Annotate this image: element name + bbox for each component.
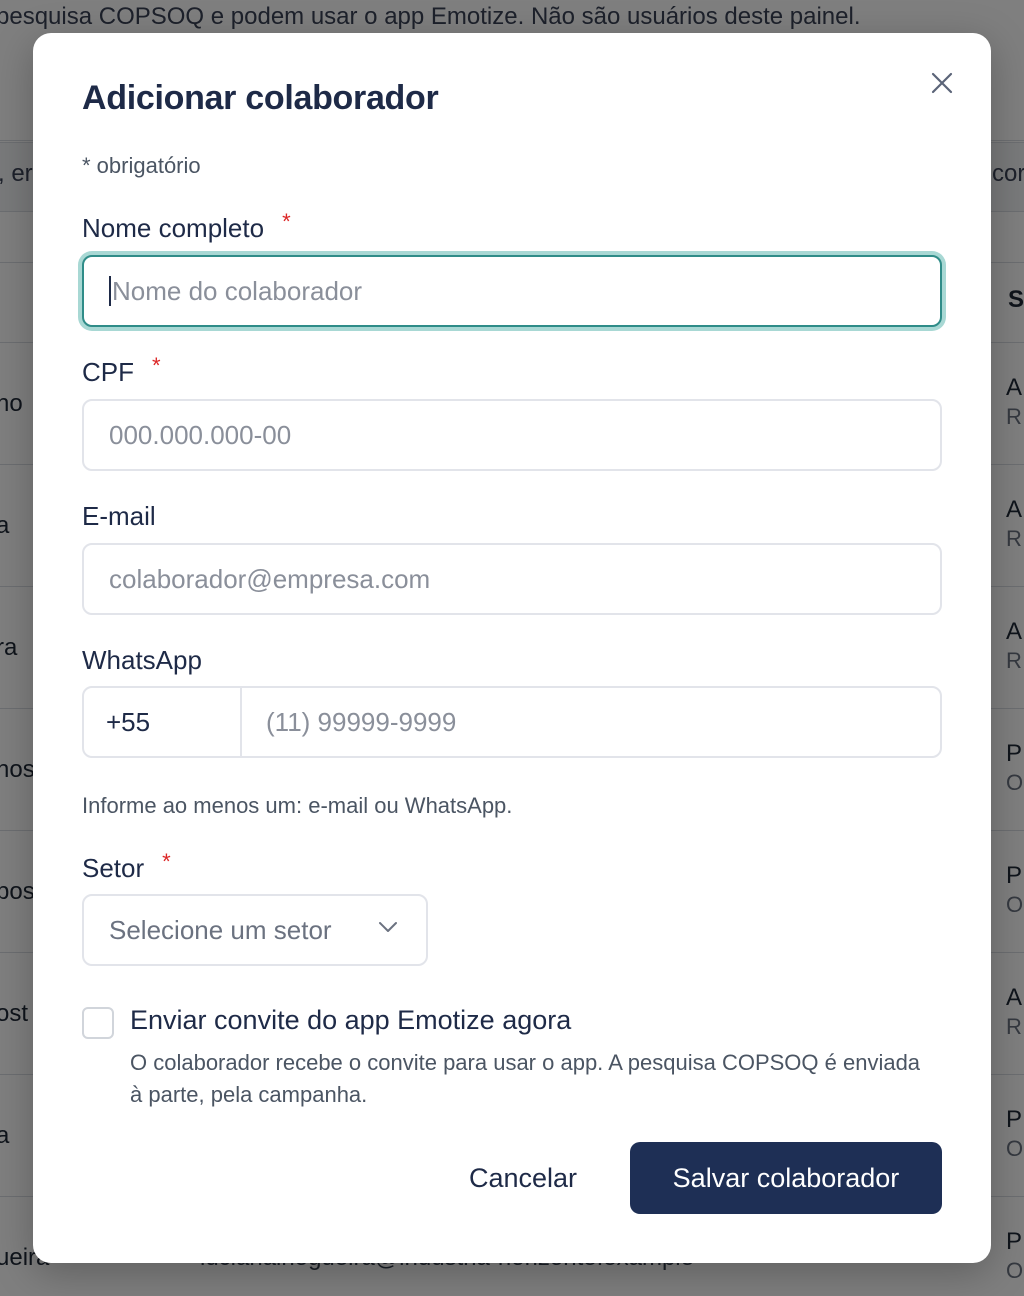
country-code-prefix[interactable]: +55 xyxy=(84,688,242,756)
text-caret xyxy=(109,276,111,306)
whatsapp-input-group: +55 (11) 99999-9999 xyxy=(82,686,942,758)
save-collaborator-button[interactable]: Salvar colaborador xyxy=(630,1142,942,1214)
chevron-down-icon xyxy=(379,922,397,932)
close-button[interactable] xyxy=(926,67,958,99)
sector-select[interactable]: Selecione um setor xyxy=(82,894,428,966)
sector-field-label: Setor * xyxy=(82,849,171,884)
name-input-placeholder: Nome do colaborador xyxy=(112,275,363,306)
name-input[interactable]: Nome do colaborador xyxy=(82,255,942,327)
close-icon xyxy=(931,72,953,94)
required-asterisk: * xyxy=(152,353,161,378)
required-asterisk: * xyxy=(282,209,291,234)
send-invite-checkbox[interactable] xyxy=(82,1007,114,1039)
email-field-label: E-mail xyxy=(82,501,156,532)
cpf-input-placeholder: 000.000.000-00 xyxy=(109,419,292,450)
dialog-title: Adicionar colaborador xyxy=(82,79,439,117)
required-asterisk: * xyxy=(162,849,171,874)
required-note: * obrigatório xyxy=(82,153,201,178)
send-invite-label[interactable]: Enviar convite do app Emotize agora xyxy=(130,1005,571,1036)
cpf-field-label: CPF * xyxy=(82,353,161,388)
cpf-label-text: CPF xyxy=(82,357,134,387)
whatsapp-label-text: WhatsApp xyxy=(82,645,202,675)
name-field-label: Nome completo * xyxy=(82,209,291,244)
email-input-placeholder: colaborador@empresa.com xyxy=(109,563,431,594)
cpf-input[interactable]: 000.000.000-00 xyxy=(82,399,942,471)
whatsapp-input[interactable]: (11) 99999-9999 xyxy=(242,688,940,756)
add-collaborator-dialog: Adicionar colaborador * obrigatório Nome… xyxy=(33,33,991,1263)
name-label-text: Nome completo xyxy=(82,213,265,243)
sector-select-placeholder: Selecione um setor xyxy=(109,914,332,945)
contact-hint: Informe ao menos um: e-mail ou WhatsApp. xyxy=(82,793,513,818)
whatsapp-input-placeholder: (11) 99999-9999 xyxy=(266,706,457,737)
whatsapp-field-label: WhatsApp xyxy=(82,645,202,676)
sector-label-text: Setor xyxy=(82,853,145,883)
send-invite-description: O colaborador recebe o convite para usar… xyxy=(130,1050,921,1107)
cancel-button[interactable]: Cancelar xyxy=(443,1142,603,1214)
email-label-text: E-mail xyxy=(82,501,156,531)
email-input[interactable]: colaborador@empresa.com xyxy=(82,543,942,615)
